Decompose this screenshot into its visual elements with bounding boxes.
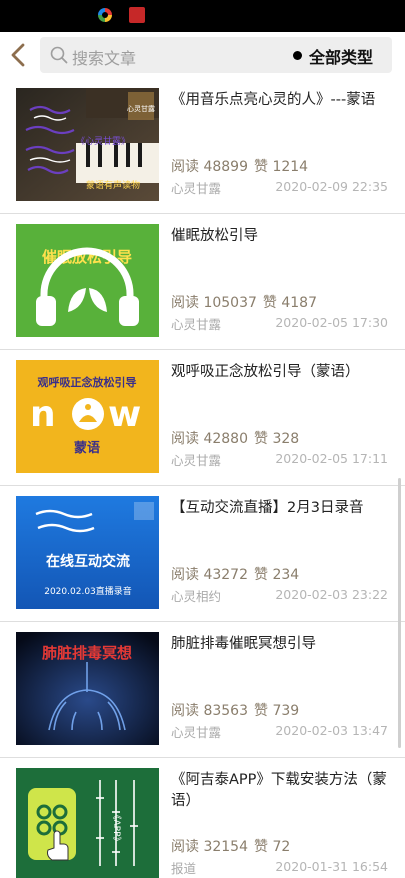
thumb-word-left: n (30, 394, 56, 435)
app-notification-icon (98, 8, 112, 22)
like-label: 赞 (254, 703, 268, 719)
article-author: 心灵甘露 (171, 453, 222, 468)
article-item[interactable]: 观呼吸正念放松引导 n w 蒙语 观呼吸正念放松引导（蒙语） 阅读 42880 赞… (0, 350, 405, 486)
article-date: 2020-02-05 17:30 (275, 315, 388, 330)
read-label: 阅读 (171, 703, 199, 719)
article-author: 心灵甘露 (171, 725, 222, 740)
article-title: 肺脏排毒催眠冥想引导 (171, 636, 316, 652)
search-input[interactable]: 搜索文章 全部类型 (40, 37, 392, 73)
article-author: 心灵甘露 (171, 317, 222, 332)
article-thumbnail: 《APP》 (16, 768, 159, 878)
article-title: 【互动交流直播】2月3日录音 (171, 500, 364, 516)
like-count: 1214 (272, 159, 309, 175)
article-author: 心灵相约 (171, 589, 222, 604)
read-count: 83563 (203, 703, 248, 719)
article-item[interactable]: 肺脏排毒冥想 肺脏排毒催眠冥想引导 阅读 83563 赞 739 心灵甘露 202… (0, 622, 405, 758)
article-date: 2020-01-31 16:54 (275, 859, 388, 874)
article-item[interactable]: 在线互动交流 2020.02.03直播录音 【互动交流直播】2月3日录音 阅读 … (0, 486, 405, 622)
thumb-caption: 观呼吸正念放松引导 (38, 375, 137, 389)
article-date: 2020-02-05 17:11 (275, 451, 388, 466)
article-stats: 阅读 105037 赞 4187 (171, 292, 317, 312)
read-count: 43272 (203, 567, 248, 583)
article-item[interactable]: 催眠放松引导 催眠放松引导 阅读 105037 赞 4187 心灵甘露 2020-… (0, 214, 405, 350)
read-count: 32154 (203, 839, 248, 855)
like-label: 赞 (254, 159, 268, 175)
article-thumbnail: 心灵甘露 《心灵甘露》 蒙语有声读物 (16, 88, 159, 201)
thumb-word-right: w (108, 394, 141, 435)
meditation-icon (72, 398, 104, 430)
read-label: 阅读 (171, 431, 199, 447)
article-date: 2020-02-09 22:35 (275, 179, 388, 194)
scrollbar[interactable] (398, 478, 401, 748)
search-icon (50, 46, 68, 64)
article-date: 2020-02-03 13:47 (275, 723, 388, 738)
like-count: 72 (272, 839, 291, 855)
like-count: 234 (272, 567, 300, 583)
thumb-subcaption: 2020.02.03直播录音 (44, 585, 132, 597)
back-arrow-icon (11, 43, 25, 67)
read-label: 阅读 (171, 567, 199, 583)
read-label: 阅读 (171, 839, 199, 855)
like-count: 328 (272, 431, 300, 447)
top-bar: 搜索文章 全部类型 (0, 32, 405, 78)
thumb-lang: 蒙语 (74, 440, 100, 456)
article-thumbnail: 肺脏排毒冥想 (16, 632, 159, 745)
status-bar (0, 0, 405, 32)
filter-dot-icon (293, 51, 302, 60)
like-label: 赞 (262, 295, 277, 311)
article-date: 2020-02-03 23:22 (275, 587, 388, 602)
thumb-subcaption: 蒙语有声读物 (86, 179, 140, 191)
article-item[interactable]: 心灵甘露 《心灵甘露》 蒙语有声读物 《用音乐点亮心灵的人》---蒙语 阅读 4… (0, 78, 405, 214)
thumb-caption: 《心灵甘露》 (76, 135, 130, 147)
article-stats: 阅读 43272 赞 234 (171, 564, 299, 584)
like-label: 赞 (254, 567, 268, 583)
type-filter-label: 全部类型 (309, 48, 374, 67)
thumb-caption: 肺脏排毒冥想 (42, 644, 132, 662)
like-count: 4187 (281, 295, 317, 311)
read-count: 48899 (203, 159, 248, 175)
article-title: 《阿吉泰APP》下载安装方法（蒙语） (171, 772, 387, 809)
article-stats: 阅读 83563 赞 739 (171, 700, 299, 720)
thumb-caption: 在线互动交流 (46, 553, 130, 570)
article-title: 《用音乐点亮心灵的人》---蒙语 (171, 92, 376, 108)
article-author: 心灵甘露 (171, 181, 222, 196)
back-button[interactable] (6, 38, 32, 72)
article-stats: 阅读 42880 赞 328 (171, 428, 299, 448)
article-thumbnail: 观呼吸正念放松引导 n w 蒙语 (16, 360, 159, 473)
read-count: 42880 (203, 431, 248, 447)
like-label: 赞 (254, 839, 268, 855)
app-notification-icon-red (129, 7, 145, 23)
like-count: 739 (272, 703, 300, 719)
thumb-caption: 《APP》 (111, 810, 122, 845)
article-stats: 阅读 32154 赞 72 (171, 836, 290, 856)
article-item[interactable]: 《APP》 《阿吉泰APP》下载安装方法（蒙语） 阅读 32154 赞 72 报道… (0, 758, 405, 878)
article-title: 观呼吸正念放松引导（蒙语） (171, 364, 360, 380)
like-label: 赞 (254, 431, 268, 447)
article-title: 催眠放松引导 (171, 228, 258, 244)
read-label: 阅读 (171, 159, 199, 175)
thumb-logo: 心灵甘露 (127, 104, 155, 113)
article-stats: 阅读 48899 赞 1214 (171, 156, 308, 176)
article-author: 报道 (171, 861, 197, 876)
read-count: 105037 (203, 295, 257, 311)
article-thumbnail: 在线互动交流 2020.02.03直播录音 (16, 496, 159, 609)
read-label: 阅读 (171, 295, 199, 311)
article-thumbnail: 催眠放松引导 (16, 224, 159, 337)
search-placeholder: 搜索文章 (72, 49, 137, 68)
